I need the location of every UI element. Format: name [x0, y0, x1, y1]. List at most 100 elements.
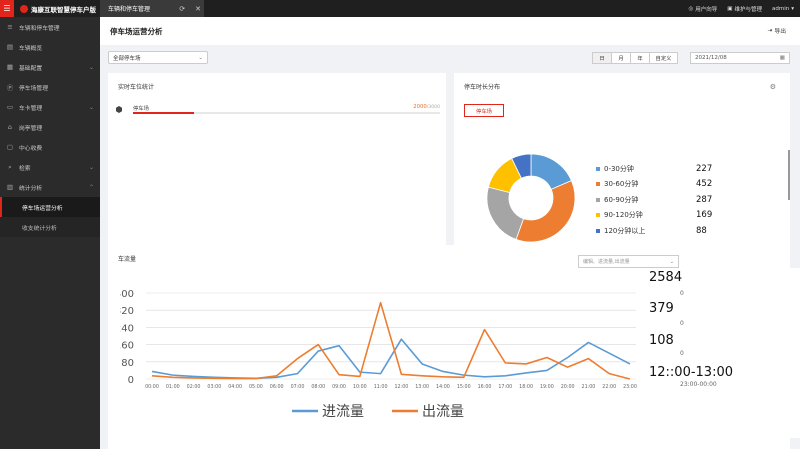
legend-label: 30-60分钟 [604, 180, 639, 189]
donut-slice[interactable] [515, 180, 576, 243]
occupancy-bar [133, 112, 440, 114]
lot-label: 停车场 [133, 106, 149, 112]
legend-value: 169 [696, 210, 713, 221]
refresh-icon[interactable]: ⟳ [176, 5, 188, 13]
sidebar: ≡ 车辆和停车管理 ▤ 车辆概览 ▦ 基础配置 ⌄ Ⓟ 停车场管理 ▭ 车卡管理 ⌄ ⌂ 岗亭管… [0, 17, 100, 449]
occupancy-bar-fill [133, 112, 195, 114]
legend-value: 88 [696, 225, 707, 236]
sidebar-item-config[interactable]: ▦ 基础配置 ⌄ [0, 57, 100, 77]
legend-item: 60-90分钟 287 [596, 192, 726, 208]
maintenance-link[interactable]: ▣ 维护与管理 [727, 5, 762, 13]
gear-icon[interactable]: ⚙ [770, 83, 776, 91]
sidebar-item-vehicle-parking[interactable]: ≡ 车辆和停车管理 [0, 17, 100, 37]
segment-year[interactable]: 年 [630, 52, 650, 64]
page-header: 停车场运营分析 ⇥ 导出 [100, 17, 800, 45]
top-bar: ☰ 海康互联智慧停车户版 车辆和停车管理 ⟳ ✕ ◎ 用户向导 ▣ 维护与管理 ad… [0, 0, 800, 17]
chevron-up-icon: ⌃ [88, 183, 94, 191]
legend-label: 90-120分钟 [604, 211, 643, 220]
legend-item: 90-120分钟 169 [596, 208, 726, 224]
legend-label: 0-30分钟 [604, 164, 634, 173]
chevron-down-icon: ⌄ [88, 163, 94, 171]
parking-select[interactable]: 全部停车场 ⌄ [108, 51, 208, 64]
y-tick-label: 80 [121, 358, 134, 369]
sidebar-item-parking[interactable]: Ⓟ 停车场管理 [0, 77, 100, 97]
user-guide-label: 用户向导 [695, 6, 718, 13]
stat-second: 379 [649, 301, 674, 316]
sidebar-item-fee[interactable]: ▢ 中心收费 [0, 137, 100, 157]
x-tick-label: 01:00 [166, 384, 180, 390]
legend-label: 60-90分钟 [604, 195, 639, 204]
user-menu[interactable]: admin ▾ [772, 6, 794, 12]
maintenance-icon: ▣ [727, 5, 733, 12]
occupancy-row: 停车场 2000/3000 [116, 104, 440, 116]
traffic-line-chart: 400 320 240 160 80 0 00:00 01:00 02:00 03:00 04:00… [120, 289, 637, 420]
date-picker[interactable]: 2021/12/08 ▦ [690, 52, 790, 64]
sidebar-item-label: 统计分析 [19, 185, 43, 192]
legend-item: 120分钟以上 88 [596, 223, 726, 239]
flow-select[interactable]: 编辑、进流量,出流量 ⌄ [578, 255, 679, 268]
export-label: 导出 [774, 29, 786, 35]
segment-month[interactable]: 月 [611, 52, 631, 64]
legend-value: 287 [696, 194, 713, 205]
legend-label: 进流量 [322, 404, 364, 420]
y-tick-label: 0 [128, 375, 134, 386]
config-icon: ▦ [6, 63, 14, 71]
sidebar-item-label: 岗亭管理 [19, 125, 43, 132]
close-icon[interactable]: ✕ [192, 5, 204, 13]
sidebar-item-label: 车辆和停车管理 [19, 25, 60, 32]
x-tick-label: 10:00 [353, 384, 367, 390]
sidebar-item-stats[interactable]: ▥ 统计分析 ⌃ [0, 177, 100, 197]
sidebar-subitem-income-analysis[interactable]: 收支统计分析 [0, 217, 100, 237]
tab-label: 车辆和停车管理 [108, 6, 151, 13]
segment-custom[interactable]: 自定义 [649, 52, 678, 64]
sidebar-item-search[interactable]: ⌕ 检索 ⌄ [0, 157, 100, 177]
sidebar-item-overview[interactable]: ▤ 车辆概览 [0, 37, 100, 57]
sidebar-item-label: 停车场管理 [19, 85, 48, 92]
x-tick-label: 09:00 [332, 384, 346, 390]
x-tick-label: 16:00 [478, 384, 492, 390]
x-tick-label: 07:00 [291, 384, 305, 390]
sidebar-item-label: 基础配置 [19, 65, 43, 72]
y-tick-label: 400 [120, 289, 134, 300]
menu-icon: ≡ [7, 23, 13, 31]
search-icon: ⌕ [8, 162, 12, 171]
donut-slice[interactable] [486, 186, 525, 240]
export-button[interactable]: ⇥ 导出 [767, 26, 786, 36]
sidebar-item-label: 检索 [19, 165, 31, 172]
user-name: admin [772, 5, 790, 12]
lot-button[interactable]: 停车场 [464, 104, 504, 117]
sidebar-item-cards[interactable]: ▭ 车卡管理 ⌄ [0, 97, 100, 117]
legend-swatch [596, 182, 600, 187]
chevron-down-icon: ⌄ [669, 258, 674, 265]
legend-swatch [596, 166, 600, 171]
grid-menu-icon[interactable]: ☰ [0, 0, 14, 17]
fee-icon: ▢ [6, 143, 14, 151]
scrollbar[interactable] [788, 150, 790, 200]
lot-icon [116, 106, 122, 113]
x-tick-label: 11:00 [374, 384, 388, 390]
y-tick-label: 320 [120, 306, 134, 317]
sidebar-item-booth[interactable]: ⌂ 岗亭管理 [0, 117, 100, 137]
legend-swatch [596, 197, 600, 202]
guide-icon: ◎ [688, 5, 694, 12]
segment-day[interactable]: 日 [592, 52, 612, 64]
period-segment: 日 月 年 自定义 [592, 52, 678, 64]
duration-donut-chart [486, 153, 576, 243]
x-tick-label: 14:00 [436, 384, 450, 390]
x-tick-label: 02:00 [187, 384, 201, 390]
export-icon: ⇥ [767, 27, 773, 34]
stat-third-sub: 0 [680, 350, 684, 357]
stats-icon: ▥ [6, 183, 14, 191]
stat-total-sub: 0 [680, 290, 684, 297]
brand: 海康互联智慧停车户版 [14, 0, 100, 17]
duration-legend: 0-30分钟 227 30-60分钟 452 60-90分钟 287 90-120分钟 169… [596, 161, 726, 239]
booth-icon: ⌂ [7, 123, 13, 131]
sidebar-subitem-operation-analysis[interactable]: 停车场运营分析 [0, 197, 100, 217]
stat-third: 108 [649, 333, 674, 348]
stat-peak-hour: 12::00-13:00 [649, 365, 733, 380]
legend-item: 0-30分钟 227 [596, 161, 726, 177]
user-guide-link[interactable]: ◎ 用户向导 [688, 5, 717, 13]
tab-vehicle-parking[interactable]: 车辆和停车管理 ⟳ ✕ [100, 0, 204, 17]
x-tick-label: 23:00 [623, 384, 637, 390]
x-tick-label: 04:00 [228, 384, 242, 390]
